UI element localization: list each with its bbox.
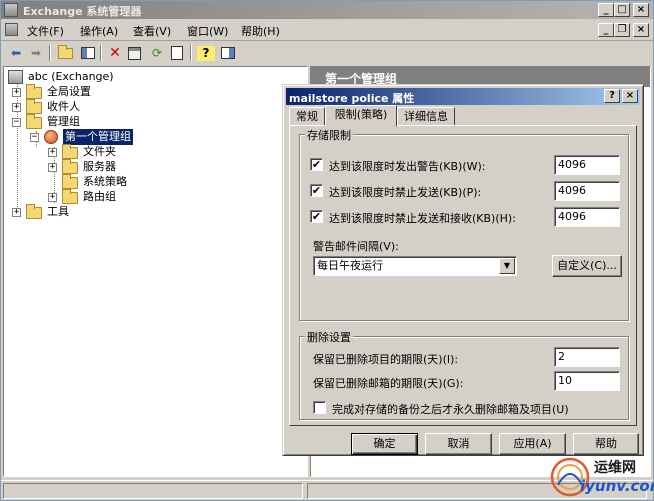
warning-limit-label: 达到该限度时发出警告(KB)(W):	[329, 160, 486, 173]
menu-bar: 文件(F) 操作(A) 查看(V) 窗口(W) 帮助(H) _ ❐ ×	[1, 20, 653, 41]
forward-arrow-icon[interactable]: ➡	[27, 44, 45, 62]
deleted-mailbox-retention-input[interactable]: 10	[554, 371, 620, 391]
deleted-items-retention-input[interactable]: 2	[554, 347, 620, 367]
refresh-icon[interactable]: ⟳	[148, 44, 166, 62]
tree-label: 服务器	[83, 160, 116, 173]
deletion-settings-title: 删除设置	[305, 329, 353, 345]
child-minimize-button[interactable]: _	[598, 23, 614, 37]
watermark-text: 运维网	[594, 460, 636, 476]
maximize-button[interactable]: □	[614, 3, 630, 17]
prohibit-send-input[interactable]: 4096	[554, 181, 620, 201]
apply-button[interactable]: 应用(A)	[499, 433, 566, 455]
exchange-app-icon	[4, 3, 18, 17]
expand-icon[interactable]: +	[12, 208, 21, 217]
tree-label: 系统策略	[83, 175, 127, 188]
tree-label: 工具	[47, 205, 69, 218]
admin-group-icon	[44, 130, 58, 144]
warning-interval-value: 每日午夜运行	[317, 259, 383, 272]
expand-icon[interactable]: +	[48, 193, 57, 202]
tree-label: 文件夹	[83, 145, 116, 158]
tab-panel: 存储限制 ✔ 达到该限度时发出警告(KB)(W): 4096 ✔ 达到该限度时禁…	[289, 125, 637, 426]
menu-view[interactable]: 查看(V)	[133, 23, 171, 39]
warning-interval-select[interactable]: 每日午夜运行 ▼	[313, 256, 517, 276]
backup-before-delete-label: 完成对存储的备份之后才永久删除邮箱及项目(U)	[332, 403, 569, 416]
main-title-bar: Exchange 系统管理器 _ □ ×	[1, 1, 653, 19]
back-arrow-icon[interactable]: ⬅	[7, 44, 25, 62]
child-restore-button[interactable]: ❐	[614, 23, 630, 37]
folder-icon	[26, 114, 42, 129]
child-close-button[interactable]: ×	[633, 23, 649, 37]
dialog-close-button[interactable]: ×	[622, 89, 638, 103]
tab-limits-policy[interactable]: 限制(策略)	[325, 105, 397, 127]
storage-limits-title: 存储限制	[305, 127, 353, 143]
show-pane-icon[interactable]	[219, 44, 237, 62]
tree-label-selected: 第一个管理组	[63, 129, 133, 145]
collapse-icon[interactable]: −	[12, 118, 21, 127]
delete-icon[interactable]: ✕	[106, 44, 124, 62]
prohibit-send-receive-label: 达到该限度时禁止发送和接收(KB)(H):	[329, 212, 516, 225]
system-menu-icon[interactable]	[5, 23, 18, 36]
warning-limit-input[interactable]: 4096	[554, 155, 620, 175]
exchange-org-icon	[8, 70, 23, 84]
expand-icon[interactable]: +	[12, 88, 21, 97]
tree-label: 收件人	[47, 100, 80, 113]
prohibit-send-label: 达到该限度时禁止发送(KB)(P):	[329, 186, 482, 199]
folder-icon	[62, 159, 78, 174]
toolbar-separator	[49, 45, 51, 61]
properties-dialog: mailstore police 属性 ? × 常规 限制(策略) 详细信息 存…	[282, 84, 644, 456]
toolbar-separator	[190, 45, 192, 61]
folder-icon	[62, 144, 78, 159]
help-button[interactable]: 帮助	[573, 433, 639, 455]
customize-button[interactable]: 自定义(C)...	[552, 255, 622, 277]
show-tree-icon[interactable]	[79, 44, 97, 62]
properties-icon[interactable]	[126, 44, 144, 62]
folder-icon	[26, 204, 42, 219]
tab-details[interactable]: 详细信息	[397, 107, 455, 127]
ok-button[interactable]: 确定	[351, 433, 418, 455]
collapse-icon[interactable]: −	[30, 133, 39, 142]
minimize-button[interactable]: _	[598, 3, 614, 17]
dialog-help-button[interactable]: ?	[604, 89, 620, 103]
tab-general[interactable]: 常规	[289, 107, 325, 127]
warning-interval-label: 警告邮件间隔(V):	[313, 240, 399, 253]
expand-icon[interactable]: +	[12, 103, 21, 112]
deleted-mailbox-retention-label: 保留已删除邮箱的期限(天)(G):	[313, 377, 464, 390]
folder-icon	[26, 99, 42, 114]
prohibit-send-receive-input[interactable]: 4096	[554, 207, 620, 227]
tree-label: 管理组	[47, 115, 80, 128]
watermark-url: iyunv.com	[580, 477, 654, 495]
dialog-title: mailstore police 属性	[289, 92, 415, 105]
status-cell	[3, 483, 303, 499]
menu-action[interactable]: 操作(A)	[80, 23, 118, 39]
menu-file[interactable]: 文件(F)	[27, 23, 64, 39]
window-title: Exchange 系统管理器	[23, 5, 142, 18]
dialog-title-bar: mailstore police 属性 ? ×	[286, 88, 640, 105]
up-folder-icon[interactable]	[57, 44, 75, 62]
tree-label: 路由组	[83, 190, 116, 203]
tree-label: 全局设置	[47, 85, 91, 98]
console-tree: abc (Exchange) + 全局设置 + 收件人 − 管理组 − 第一个管…	[3, 66, 308, 477]
toolbar: ⬅ ➡ ✕ ⟳ ?	[1, 42, 653, 64]
tree-label: abc (Exchange)	[28, 70, 114, 83]
menu-window[interactable]: 窗口(W)	[187, 23, 228, 39]
close-button[interactable]: ×	[633, 3, 649, 17]
menu-help[interactable]: 帮助(H)	[241, 23, 280, 39]
expand-icon[interactable]: +	[48, 148, 57, 157]
folder-icon	[26, 84, 42, 99]
dropdown-arrow-icon[interactable]: ▼	[499, 258, 515, 274]
folder-icon	[62, 174, 78, 189]
export-list-icon[interactable]	[168, 44, 186, 62]
toolbar-separator	[100, 45, 102, 61]
prohibit-send-receive-checkbox[interactable]: ✔	[310, 210, 323, 223]
warning-limit-checkbox[interactable]: ✔	[310, 158, 323, 171]
deleted-items-retention-label: 保留已删除项目的期限(天)(I):	[313, 353, 459, 366]
watermark: 运维网 iyunv.com	[548, 455, 654, 499]
help-icon[interactable]: ?	[197, 46, 215, 61]
folder-icon	[62, 189, 78, 204]
prohibit-send-checkbox[interactable]: ✔	[310, 184, 323, 197]
expand-icon[interactable]: +	[48, 163, 57, 172]
cancel-button[interactable]: 取消	[425, 433, 492, 455]
backup-before-delete-checkbox[interactable]	[313, 401, 326, 414]
